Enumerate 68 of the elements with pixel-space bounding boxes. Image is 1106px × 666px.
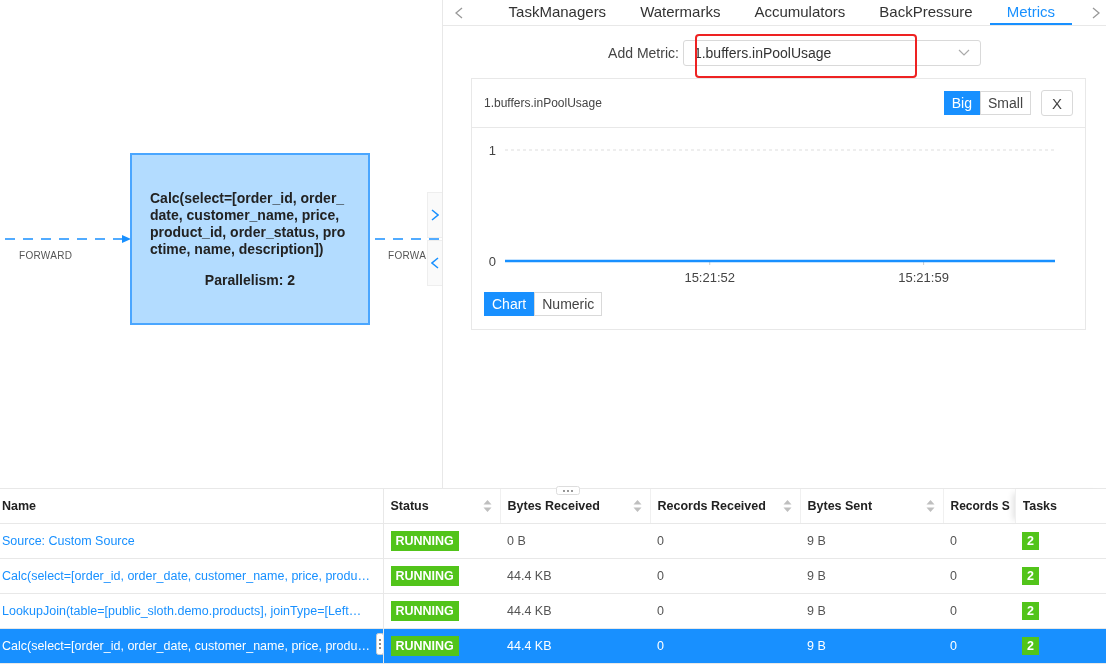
sort-icon[interactable] [782, 499, 792, 513]
operator-node[interactable]: Calc(select=[order_id, order_date, customer_name, price, product_id, order_status, proctime, name, description]) Parallelism: 2 [130, 153, 370, 325]
status-badge: RUNNING [390, 636, 459, 656]
y-tick-label: 1 [488, 143, 496, 158]
node-description: Calc(select=[order_id, order_date, customer_name, price, product_id, order_status, proctime, name, description]) [150, 190, 347, 258]
table-row[interactable]: LookupJoin(table=[public_sloth.demo.products], joinType=[Left… RUNNING 44.4 KB 0 9 B 0 2 [0, 593, 1106, 629]
table-cell: 44.4 KB [507, 604, 552, 618]
view-button[interactable]: Numeric [534, 292, 603, 316]
add-metric-label: Add Metric: [608, 45, 679, 61]
tab[interactable]: TaskManagers [491, 0, 624, 25]
expand-button[interactable] [427, 192, 442, 238]
scroll-left-icon[interactable] [455, 6, 463, 19]
table-cell: 0 B [507, 534, 526, 548]
chevron-down-icon [957, 49, 970, 57]
table-cell: 0 [657, 639, 664, 653]
column-header: Tasks [1022, 499, 1057, 513]
column-header: Bytes Received [507, 499, 600, 513]
chevron-right-icon [431, 209, 439, 221]
table-cell: 9 B [807, 569, 826, 583]
metric-select[interactable]: 1.buffers.inPoolUsage [682, 40, 981, 66]
y-tick-label: 0 [488, 254, 496, 269]
size-button[interactable]: Small [980, 91, 1031, 115]
column-header: Records S [950, 499, 1010, 513]
table-row[interactable]: Calc(select=[order_id, order_date, customer_name, price, produ… RUNNING 44.4 KB 0 9 B 0 2 [0, 558, 1106, 594]
status-badge: RUNNING [390, 531, 459, 551]
table-row[interactable]: Source: Custom Source RUNNING 0 B 0 9 B 0 2 [0, 523, 1106, 559]
edge-label: FORWA [388, 250, 427, 261]
table-cell: 0 [950, 569, 957, 583]
task-count-badge: 2 [1022, 567, 1039, 585]
scroll-right-icon[interactable] [1092, 6, 1100, 19]
table-cell: 0 [657, 534, 664, 548]
column-header: Status [390, 499, 429, 513]
close-button[interactable]: X [1041, 90, 1073, 116]
line-chart: 0 1 15:21:52 15:21:59 [472, 128, 1072, 288]
table-cell: 0 [950, 639, 957, 653]
chevron-left-icon [431, 257, 439, 269]
more-icon[interactable] [556, 486, 580, 495]
edge-line [375, 237, 441, 241]
table-cell: 44.4 KB [507, 569, 552, 583]
table-cell: 0 [950, 534, 957, 548]
tab[interactable]: Watermarks [623, 0, 738, 25]
table-cell: 0 [657, 604, 664, 618]
task-count-badge: 2 [1022, 637, 1039, 655]
status-badge: RUNNING [390, 601, 459, 621]
table-cell: 0 [657, 569, 664, 583]
task-count-badge: 2 [1022, 602, 1039, 620]
table-cell: 0 [950, 604, 957, 618]
table-cell: 44.4 KB [507, 639, 552, 653]
task-count-badge: 2 [1022, 532, 1039, 550]
table-cell: 9 B [807, 534, 826, 548]
column-header: Bytes Sent [807, 499, 873, 513]
edge-label: FORWARD [19, 250, 73, 261]
table-cell: 9 B [807, 639, 826, 653]
sort-icon[interactable] [925, 499, 935, 513]
status-badge: RUNNING [390, 566, 459, 586]
collapse-button[interactable] [427, 240, 442, 286]
tab[interactable]: BackPressure [862, 0, 990, 25]
x-tick-label: 15:21:52 [684, 270, 736, 285]
sort-icon[interactable] [482, 499, 492, 513]
column-header: Name [2, 499, 37, 513]
table-cell: 9 B [807, 604, 826, 618]
metric-title: 1.buffers.inPoolUsage [484, 96, 603, 110]
resize-handle-icon[interactable] [375, 633, 382, 655]
tab[interactable]: Accumulators [737, 0, 863, 25]
sort-icon[interactable] [632, 499, 642, 513]
column-header: Records Received [657, 499, 766, 513]
x-tick-label: 15:21:59 [898, 270, 949, 285]
node-parallelism: Parallelism: 2 [203, 272, 297, 288]
